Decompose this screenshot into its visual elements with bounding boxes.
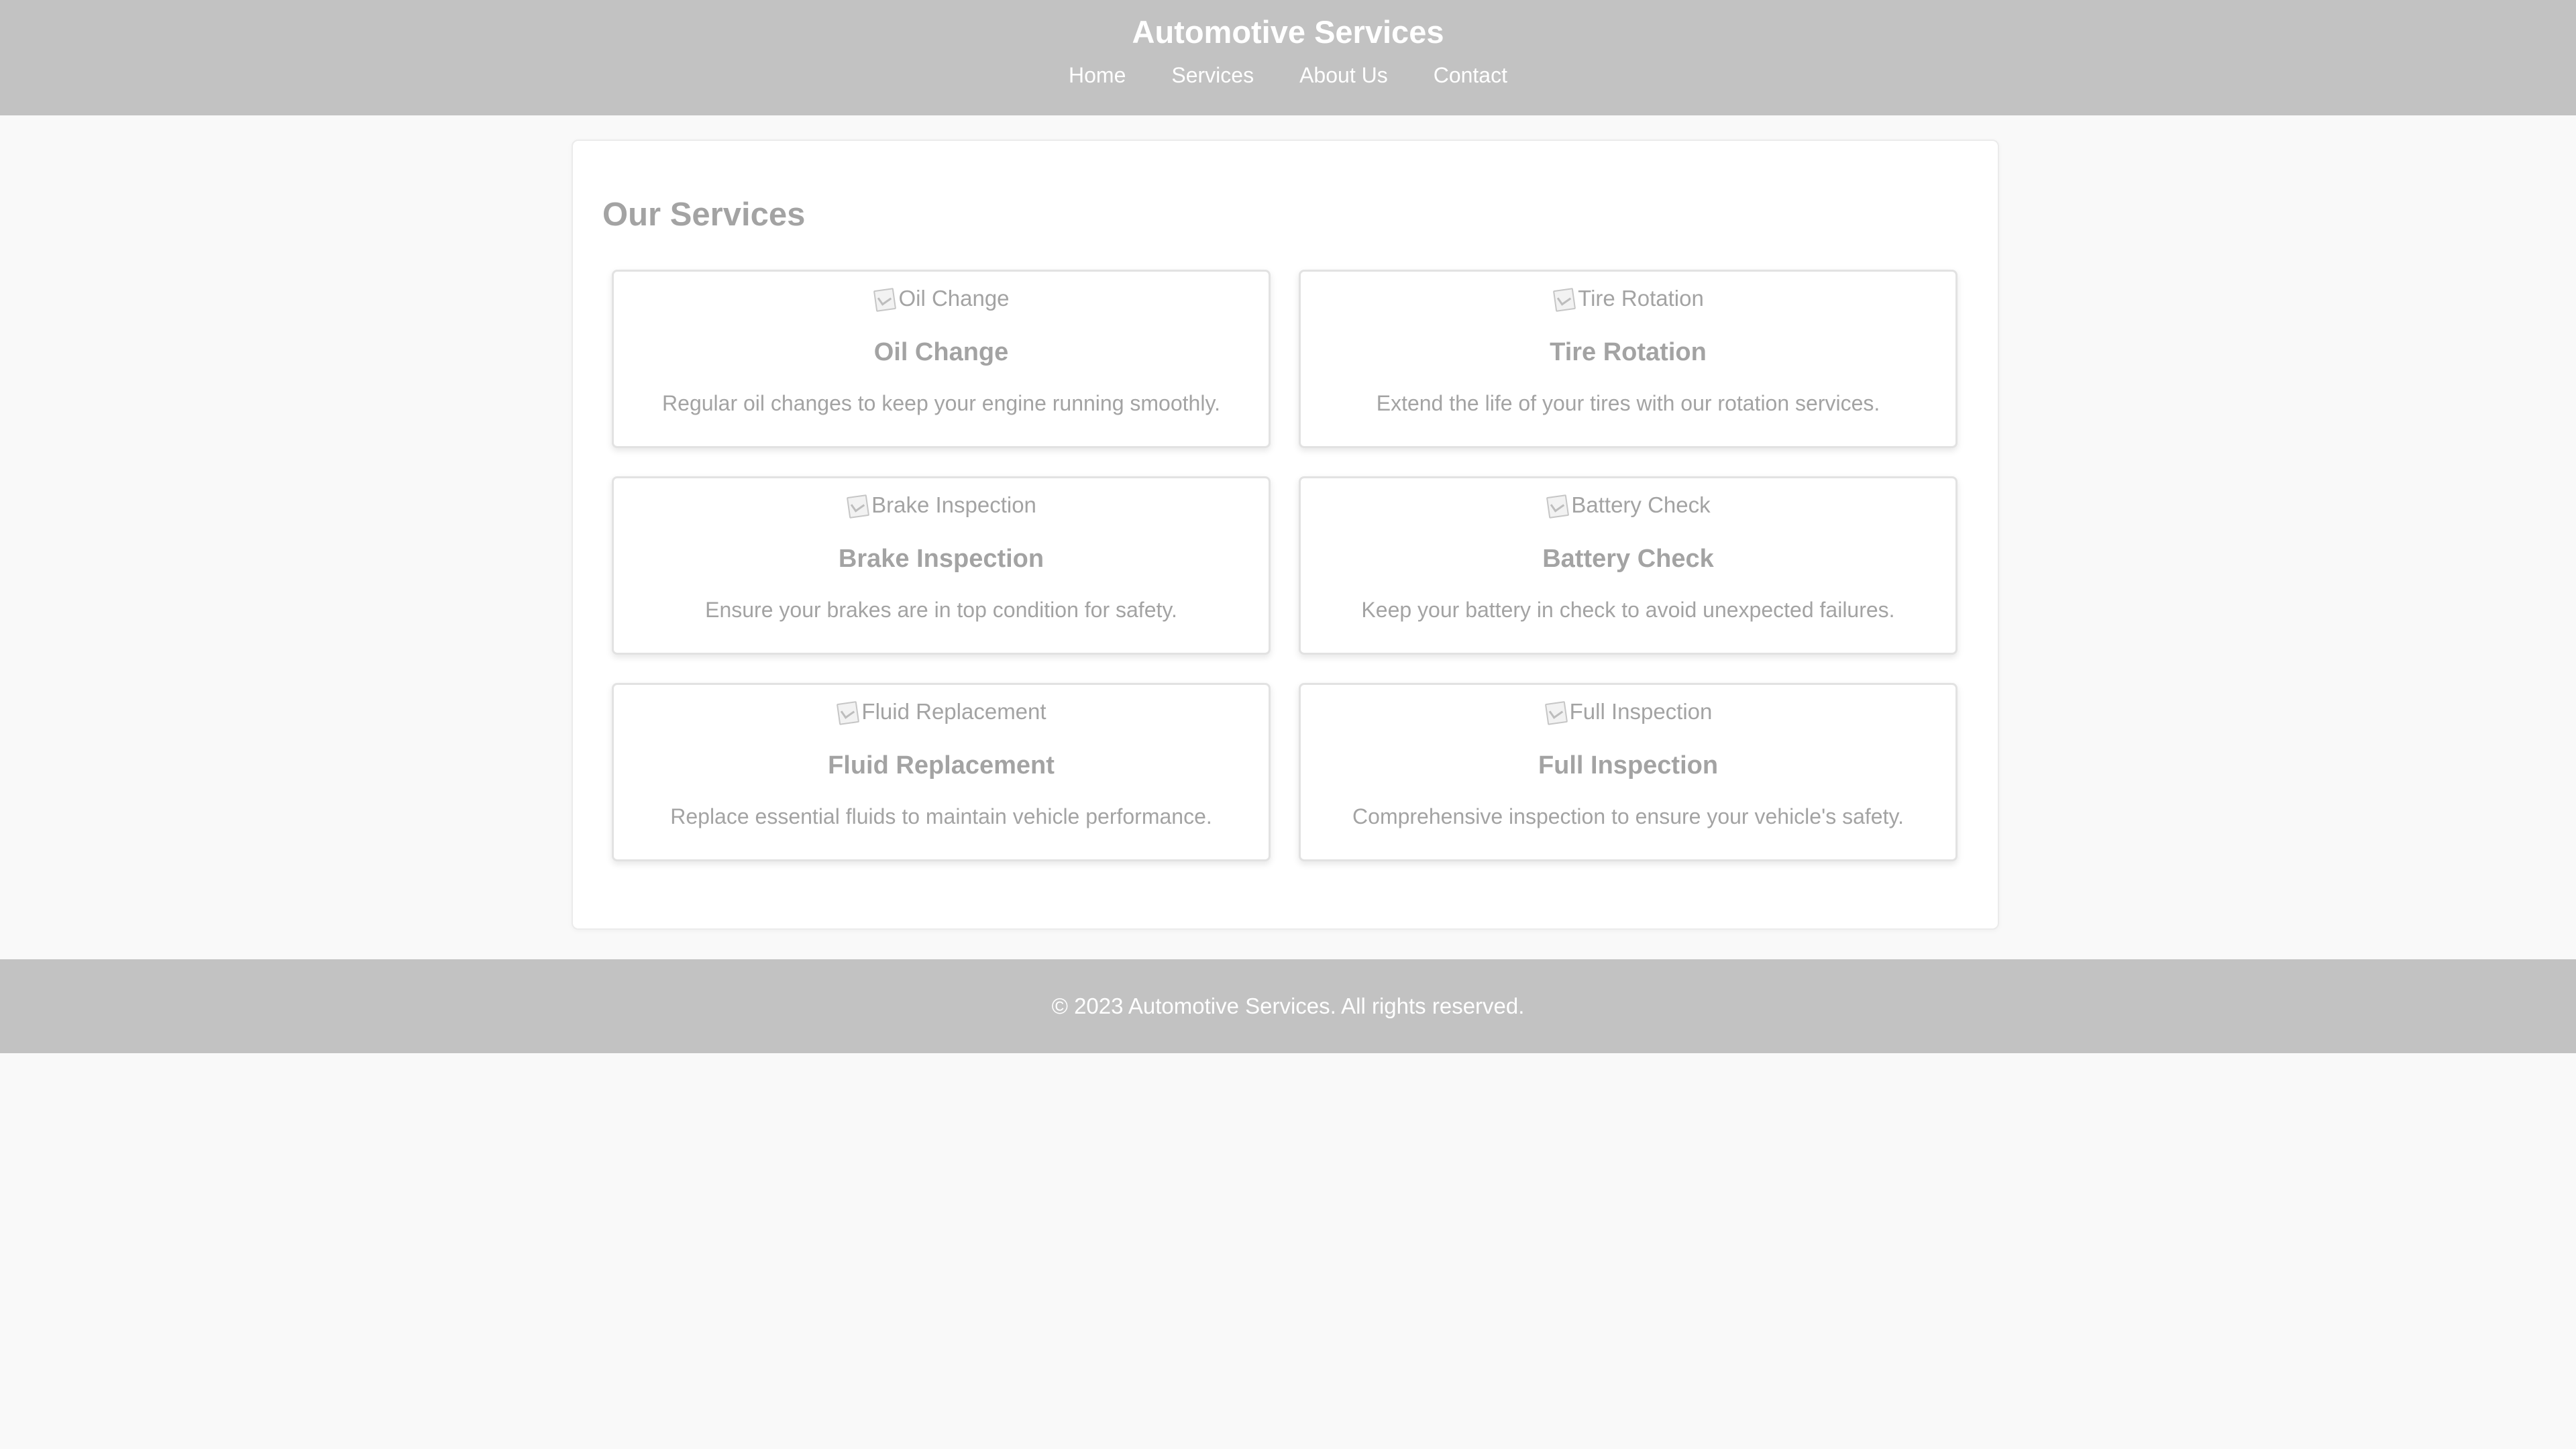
- service-image-alt: Full Inspection: [1569, 699, 1713, 724]
- service-image-alt: Fluid Replacement: [861, 699, 1046, 724]
- broken-image-icon: [846, 493, 869, 517]
- copyright-text: © 2023 Automotive Services. All rights r…: [1051, 994, 1525, 1018]
- nav-link-services[interactable]: Services: [1171, 62, 1254, 89]
- service-title: Fluid Replacement: [828, 751, 1055, 780]
- service-title: Brake Inspection: [838, 545, 1044, 573]
- broken-image-icon: [873, 286, 896, 311]
- service-description: Replace essential fluids to maintain veh…: [670, 804, 1212, 828]
- service-description: Comprehensive inspection to ensure your …: [1352, 804, 1904, 828]
- service-image: Battery Check: [1301, 490, 1955, 520]
- service-title: Oil Change: [873, 338, 1009, 366]
- broken-image-icon: [1544, 700, 1567, 724]
- service-card-full-inspection: Full Inspection Full Inspection Comprehe…: [1299, 683, 1957, 861]
- service-card-battery-check: Battery Check Battery Check Keep your ba…: [1299, 476, 1957, 655]
- service-title: Battery Check: [1542, 545, 1714, 573]
- main-nav: Home Services About Us Contact: [0, 62, 2576, 89]
- service-title: Full Inspection: [1538, 751, 1719, 780]
- service-card-oil-change: Oil Change Oil Change Regular oil change…: [612, 270, 1271, 448]
- service-image: Full Inspection: [1301, 697, 1955, 727]
- nav-link-about-us[interactable]: About Us: [1299, 62, 1388, 89]
- broken-image-icon: [1546, 493, 1568, 517]
- service-card-fluid-replacement: Fluid Replacement Fluid Replacement Repl…: [612, 683, 1271, 861]
- service-image: Brake Inspection: [614, 490, 1269, 520]
- service-card-brake-inspection: Brake Inspection Brake Inspection Ensure…: [612, 476, 1271, 655]
- site-header: Automotive Services Home Services About …: [0, 0, 2576, 115]
- service-image: Tire Rotation: [1301, 284, 1955, 313]
- nav-link-home[interactable]: Home: [1069, 62, 1126, 89]
- service-image-alt: Brake Inspection: [871, 492, 1036, 517]
- broken-image-icon: [836, 700, 859, 724]
- service-description: Regular oil changes to keep your engine …: [662, 391, 1220, 415]
- service-description: Extend the life of your tires with our r…: [1376, 391, 1880, 415]
- service-image-alt: Battery Check: [1571, 492, 1711, 517]
- service-image-alt: Oil Change: [898, 286, 1010, 311]
- service-description: Keep your battery in check to avoid unex…: [1361, 598, 1895, 622]
- nav-link-contact[interactable]: Contact: [1434, 62, 1507, 89]
- service-card-tire-rotation: Tire Rotation Tire Rotation Extend the l…: [1299, 270, 1957, 448]
- broken-image-icon: [1552, 286, 1575, 311]
- site-footer: © 2023 Automotive Services. All rights r…: [0, 959, 2576, 1053]
- service-description: Ensure your brakes are in top condition …: [705, 598, 1177, 622]
- service-image: Oil Change: [614, 284, 1269, 313]
- section-title: Our Services: [602, 197, 806, 233]
- service-image: Fluid Replacement: [614, 697, 1269, 727]
- service-title: Tire Rotation: [1550, 338, 1707, 366]
- site-title: Automotive Services: [1132, 14, 1444, 50]
- service-image-alt: Tire Rotation: [1578, 286, 1704, 311]
- services-section: Our Services Oil Change Oil Change Regul…: [572, 140, 1999, 930]
